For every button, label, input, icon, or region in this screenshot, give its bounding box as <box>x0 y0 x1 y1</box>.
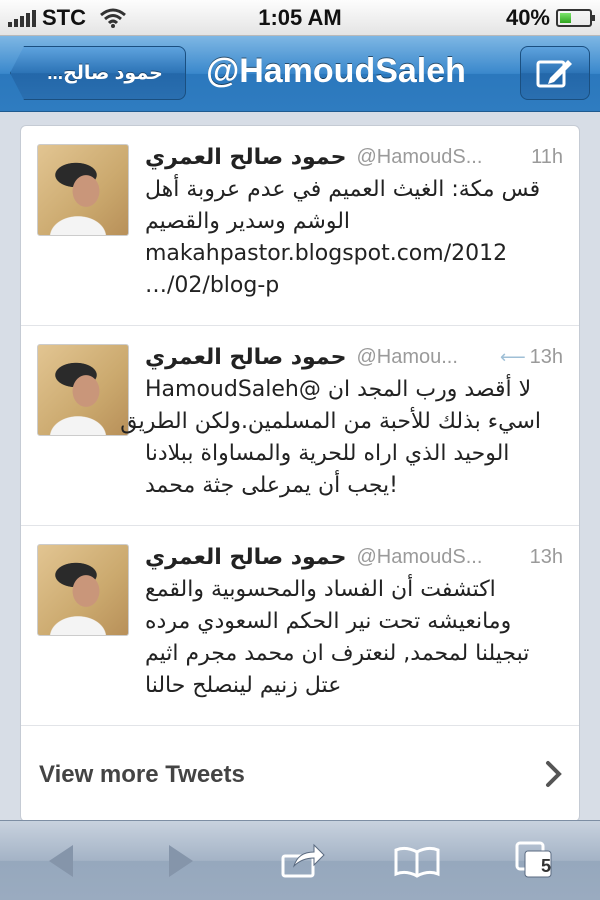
tweet-header: حمود صالح العمري @HamoudS... 13h <box>145 542 563 572</box>
chevron-right-icon <box>546 761 562 787</box>
tweet-item[interactable]: حمود صالح العمري @Hamou... ⟵ 13h لا أقصد ورب… <box>21 326 579 526</box>
tweet-time-wrap: 11h <box>531 146 563 169</box>
tweet-item[interactable]: حمود صالح العمري @HamoudS... 11h قس مكة: ال… <box>21 126 579 326</box>
tweet-text: قس مكة: الغيث العميم في عدم عروبة أهل الو… <box>145 174 541 302</box>
status-right: 40% <box>505 5 595 31</box>
tweet-text-line: قس مكة: الغيث العميم في عدم عروبة أهل <box>145 177 541 202</box>
arrow-left-icon <box>49 845 73 877</box>
forward-nav-button[interactable] <box>156 839 206 883</box>
tweets-card: حمود صالح العمري @HamoudS... 11h قس مكة: ال… <box>20 125 580 822</box>
retweet-icon: ⟵ <box>499 346 526 367</box>
tweet-text-line: الوحيد الذي اراه للحرية والمساواة ببلادن… <box>145 441 510 466</box>
tweet-time: 13h <box>529 345 563 368</box>
compose-button[interactable] <box>520 46 590 100</box>
tabs-count: 5 <box>540 856 551 876</box>
tweet-text-line: عتل زنيم لينصلح حالنا <box>145 673 342 698</box>
book-icon <box>394 846 440 878</box>
tweet-author-handle: @Hamou... <box>356 345 458 368</box>
page-title: @HamoudSaleh <box>206 52 466 90</box>
tweet-author-name: حمود صالح العمري <box>145 544 347 570</box>
tweet-text-line: !يجب أن يمرعلى جثة محمد <box>145 473 398 498</box>
tweet-text: لا أقصد ورب المجد ان @HamoudSaleh اسيء بذ… <box>120 374 541 502</box>
status-bar: STC 1:05 AM 40% <box>0 0 600 36</box>
tweet-time: 11h <box>531 145 563 168</box>
tweet-header: حمود صالح العمري @HamoudS... 11h <box>145 142 563 172</box>
view-more-tweets-button[interactable]: View more Tweets <box>21 726 579 821</box>
tweet-text-line: تبجيلنا لمحمد, لنعترف ان محمد مجرم اثيم <box>145 641 530 666</box>
tweet-text-line: اكتشفت أن الفساد والمحسوبية والقمع <box>145 577 496 602</box>
arrow-right-icon <box>169 845 193 877</box>
tabs-button[interactable]: 5 <box>510 839 560 883</box>
avatar[interactable] <box>37 544 129 636</box>
tweet-item[interactable]: حمود صالح العمري @HamoudS... 13h اكتشفت أن … <box>21 526 579 726</box>
share-icon <box>281 843 325 878</box>
view-more-label: View more Tweets <box>39 760 245 788</box>
battery-percent: 40% <box>505 5 550 30</box>
tweet-author-handle: @HamoudS... <box>356 545 483 568</box>
bookmarks-button[interactable] <box>392 839 442 883</box>
tweet-time: 13h <box>529 545 563 568</box>
tweet-author-name: حمود صالح العمري <box>145 144 347 170</box>
battery-icon <box>556 9 595 27</box>
tweet-text-line: الوشم وسدير والقصيم <box>145 209 351 234</box>
back-button[interactable]: حمود صالح... <box>10 46 186 100</box>
tweet-text-line: makahpastor.blogspot.com/2012 <box>145 241 508 266</box>
timeline: حمود صالح العمري @HamoudS... 11h قس مكة: ال… <box>0 113 600 822</box>
compose-icon <box>536 60 572 88</box>
tweet-time-wrap: ⟵ 13h <box>500 346 563 369</box>
avatar[interactable] <box>37 344 129 436</box>
avatar[interactable] <box>37 144 129 236</box>
back-nav-button[interactable] <box>36 839 86 883</box>
tweet-header: حمود صالح العمري @Hamou... ⟵ 13h <box>145 342 563 372</box>
browser-toolbar: 5 <box>0 820 600 900</box>
tweet-text-line: لا أقصد ورب المجد ان @HamoudSaleh <box>145 377 532 402</box>
tweet-text-line: …/02/blog-p <box>145 273 280 298</box>
battery-fill <box>560 13 572 23</box>
share-button[interactable] <box>278 839 328 883</box>
tweet-author-handle: @HamoudS... <box>356 145 483 168</box>
tweet-text: اكتشفت أن الفساد والمحسوبية والقمع ومانعي… <box>145 574 541 702</box>
tweet-text-line: اسيء بذلك للأحبة من المسلمين.ولكن الطريق <box>120 409 541 434</box>
tweet-author-name: حمود صالح العمري <box>145 344 347 370</box>
nav-bar: حمود صالح... @HamoudSaleh <box>0 36 600 112</box>
tweet-time-wrap: 13h <box>530 546 563 569</box>
tweet-text-line: ومانعيشه تحت نير الحكم السعودي مرده <box>145 609 512 634</box>
